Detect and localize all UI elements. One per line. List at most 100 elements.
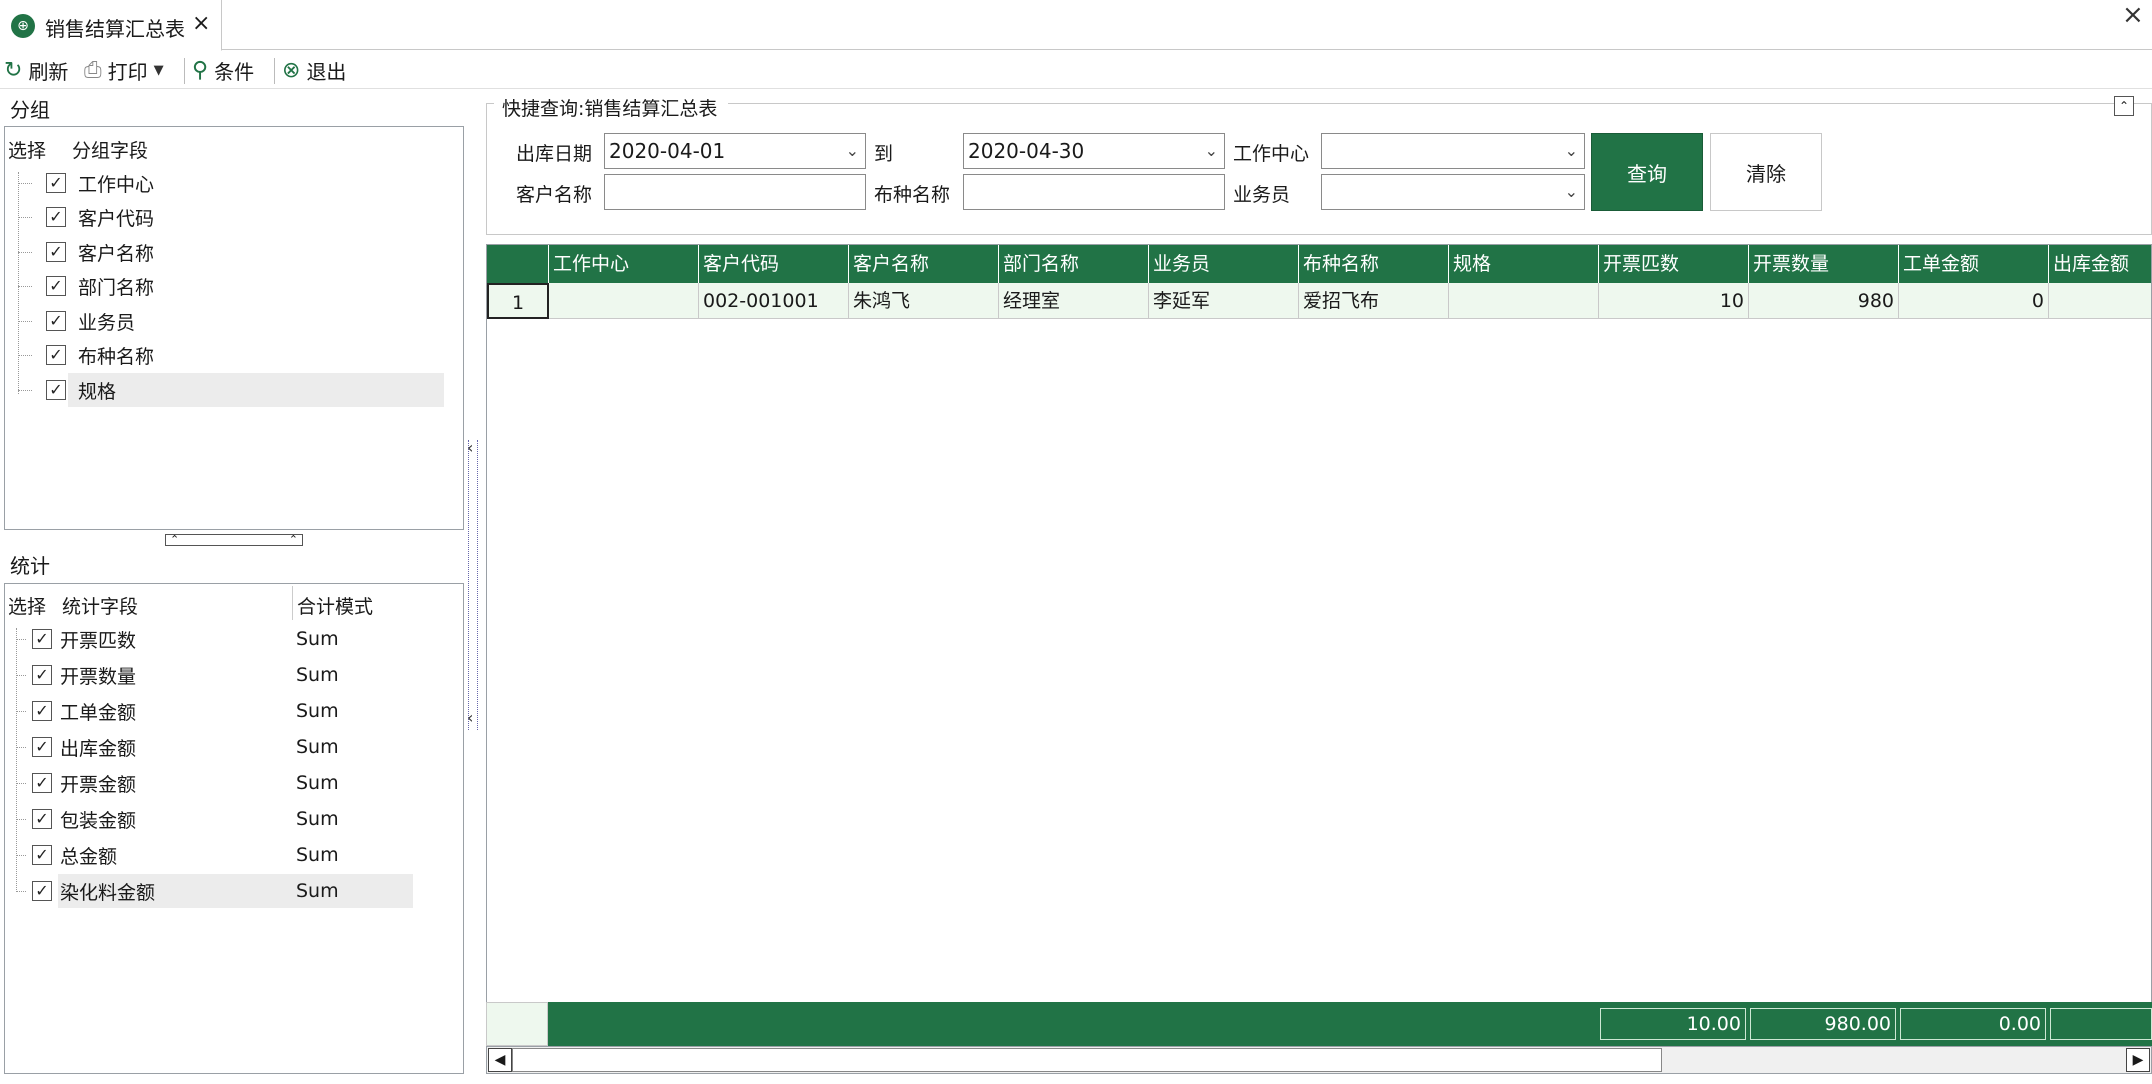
column-header[interactable]: 开票匹数 xyxy=(1599,245,1749,283)
table-cell[interactable]: 爱招飞布 xyxy=(1299,283,1449,319)
stats-item[interactable]: ✓ 开票金额 Sum xyxy=(16,766,339,800)
vertical-splitter[interactable] xyxy=(468,440,478,730)
column-header[interactable]: 客户名称 xyxy=(849,245,999,283)
window-close-icon[interactable]: × xyxy=(2122,0,2144,30)
chevron-down-icon[interactable]: ▼ xyxy=(154,63,164,78)
table-cell[interactable]: 002-001001 xyxy=(699,283,849,319)
stats-item-mode[interactable]: Sum xyxy=(296,664,339,686)
group-item[interactable]: ✓ 业务员 xyxy=(18,304,135,338)
to-label: 到 xyxy=(874,143,894,165)
checkbox[interactable]: ✓ xyxy=(32,809,52,829)
footer-total: 0.00 xyxy=(1900,1008,2046,1040)
table-cell[interactable]: 经理室 xyxy=(999,283,1149,319)
footer-total: 10.00 xyxy=(1600,1008,1746,1040)
panel-splitter[interactable]: ⌃ ⌃ xyxy=(165,534,303,546)
checkbox[interactable]: ✓ xyxy=(32,881,52,901)
fabric-input[interactable] xyxy=(963,174,1225,210)
scroll-left-icon[interactable]: ◀ xyxy=(488,1048,512,1072)
checkbox[interactable]: ✓ xyxy=(32,629,52,649)
tree-connector xyxy=(18,389,32,391)
table-cell[interactable]: 朱鸿飞 xyxy=(849,283,999,319)
checkbox[interactable]: ✓ xyxy=(46,380,66,400)
table-cell[interactable] xyxy=(2049,283,2151,319)
table-cell[interactable]: 980 xyxy=(1749,283,1899,319)
stats-item-mode[interactable]: Sum xyxy=(296,844,339,866)
column-header[interactable]: 开票数量 xyxy=(1749,245,1899,283)
query-button[interactable]: 查询 xyxy=(1591,133,1703,211)
stats-item[interactable]: ✓ 工单金额 Sum xyxy=(16,694,339,728)
scroll-right-icon[interactable]: ▶ xyxy=(2126,1048,2150,1072)
checkbox[interactable]: ✓ xyxy=(46,242,66,262)
group-section-title: 分组 xyxy=(10,98,50,122)
checkbox[interactable]: ✓ xyxy=(46,345,66,365)
chevron-left-icon[interactable]: ‹ xyxy=(467,708,473,727)
stats-item-mode[interactable]: Sum xyxy=(296,736,339,758)
checkbox[interactable]: ✓ xyxy=(32,845,52,865)
condition-label: 条件 xyxy=(214,59,255,84)
date-to-picker[interactable]: 2020-04-30 ⌄ xyxy=(963,133,1225,169)
stats-item[interactable]: ✓ 出库金额 Sum xyxy=(16,730,339,764)
chevron-up-icon[interactable]: ⌃ xyxy=(170,534,179,545)
chevron-down-icon[interactable]: ⌄ xyxy=(1565,175,1578,209)
group-item[interactable]: ✓ 布种名称 xyxy=(18,338,154,372)
checkbox[interactable]: ✓ xyxy=(46,207,66,227)
group-item[interactable]: ✓ 工作中心 xyxy=(18,166,154,200)
stats-item[interactable]: ✓ 染化料金额 Sum xyxy=(16,874,339,908)
group-item[interactable]: ✓ 客户名称 xyxy=(18,235,154,269)
column-header[interactable]: 部门名称 xyxy=(999,245,1149,283)
column-header[interactable]: 规格 xyxy=(1449,245,1599,283)
checkbox[interactable]: ✓ xyxy=(32,737,52,757)
checkbox[interactable]: ✓ xyxy=(32,701,52,721)
fabric-label: 布种名称 xyxy=(874,184,951,206)
table-cell[interactable] xyxy=(549,283,699,319)
column-header[interactable]: 工单金额 xyxy=(1899,245,2049,283)
stats-item[interactable]: ✓ 开票数量 Sum xyxy=(16,658,339,692)
clear-button[interactable]: 清除 xyxy=(1710,133,1822,211)
checkbox[interactable]: ✓ xyxy=(32,773,52,793)
table-cell[interactable]: 李延军 xyxy=(1149,283,1299,319)
stats-item[interactable]: ✓ 总金额 Sum xyxy=(16,838,339,872)
stats-col-field: 统计字段 xyxy=(62,596,139,618)
group-item[interactable]: ✓ 规格 xyxy=(18,373,116,407)
group-item[interactable]: ✓ 客户代码 xyxy=(18,200,154,234)
row-number[interactable]: 1 xyxy=(487,283,549,319)
customer-input[interactable] xyxy=(604,174,866,210)
stats-item-mode[interactable]: Sum xyxy=(296,628,339,650)
tab-close-icon[interactable]: × xyxy=(192,11,210,36)
column-header[interactable]: 工作中心 xyxy=(549,245,699,283)
collapse-up-icon[interactable]: ⌃ xyxy=(2114,96,2134,116)
tab-sales-settlement[interactable]: ⊕ 销售结算汇总表 × xyxy=(0,0,222,51)
column-header[interactable]: 布种名称 xyxy=(1299,245,1449,283)
globe-icon: ⊕ xyxy=(11,14,35,38)
table-cell[interactable] xyxy=(1449,283,1599,319)
table-cell[interactable]: 10 xyxy=(1599,283,1749,319)
group-item[interactable]: ✓ 部门名称 xyxy=(18,269,154,303)
scrollbar-thumb[interactable] xyxy=(512,1048,1662,1072)
chevron-down-icon[interactable]: ⌄ xyxy=(1565,134,1578,168)
salesman-select[interactable]: ⌄ xyxy=(1321,174,1585,210)
stats-item[interactable]: ✓ 开票匹数 Sum xyxy=(16,622,339,656)
print-button[interactable]: ⎙ 打印 ▼ xyxy=(84,56,164,84)
checkbox[interactable]: ✓ xyxy=(46,276,66,296)
stats-item-mode[interactable]: Sum xyxy=(296,808,339,830)
refresh-button[interactable]: ↻ 刷新 xyxy=(4,56,68,84)
date-from-picker[interactable]: 2020-04-01 ⌄ xyxy=(604,133,866,169)
workcenter-select[interactable]: ⌄ xyxy=(1321,133,1585,169)
table-cell[interactable]: 0 xyxy=(1899,283,2049,319)
stats-item-mode[interactable]: Sum xyxy=(296,772,339,794)
exit-button[interactable]: ⊗ 退出 xyxy=(282,56,346,84)
chevron-down-icon[interactable]: ⌄ xyxy=(846,134,859,168)
checkbox[interactable]: ✓ xyxy=(46,311,66,331)
checkbox[interactable]: ✓ xyxy=(46,173,66,193)
stats-item-mode[interactable]: Sum xyxy=(296,880,339,902)
chevron-down-icon[interactable]: ⌄ xyxy=(1205,134,1218,168)
chevron-up-icon[interactable]: ⌃ xyxy=(289,534,298,545)
column-header[interactable]: 业务员 xyxy=(1149,245,1299,283)
stats-item[interactable]: ✓ 包装金额 Sum xyxy=(16,802,339,836)
chevron-left-icon[interactable]: ‹ xyxy=(467,438,473,457)
condition-button[interactable]: ⚲ 条件 xyxy=(192,56,254,84)
checkbox[interactable]: ✓ xyxy=(32,665,52,685)
column-header[interactable]: 出库金额 xyxy=(2049,245,2151,283)
stats-item-mode[interactable]: Sum xyxy=(296,700,339,722)
column-header[interactable]: 客户代码 xyxy=(699,245,849,283)
